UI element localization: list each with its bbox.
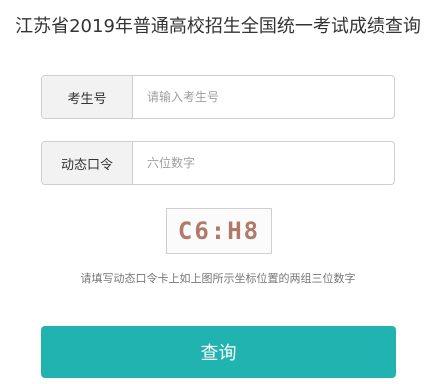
query-page: 江苏省2019年普通高校招生全国统一考试成绩查询 考生号 动态口令 C6:H8 … [0, 0, 436, 384]
exam-number-field: 考生号 [41, 75, 395, 119]
coordinate-code-text: C6:H8 [177, 217, 261, 245]
exam-number-label: 考生号 [42, 76, 133, 118]
exam-number-input[interactable] [133, 76, 394, 118]
password-hint-text: 请填写动态口令卡上如上图所示坐标位置的两组三位数字 [80, 272, 356, 285]
query-button[interactable]: 查询 [41, 326, 396, 378]
dynamic-password-field: 动态口令 [41, 141, 395, 185]
page-title: 江苏省2019年普通高校招生全国统一考试成绩查询 [15, 16, 421, 37]
dynamic-password-input[interactable] [133, 142, 394, 184]
coordinate-code-image: C6:H8 [166, 208, 272, 254]
dynamic-password-label: 动态口令 [42, 142, 133, 184]
